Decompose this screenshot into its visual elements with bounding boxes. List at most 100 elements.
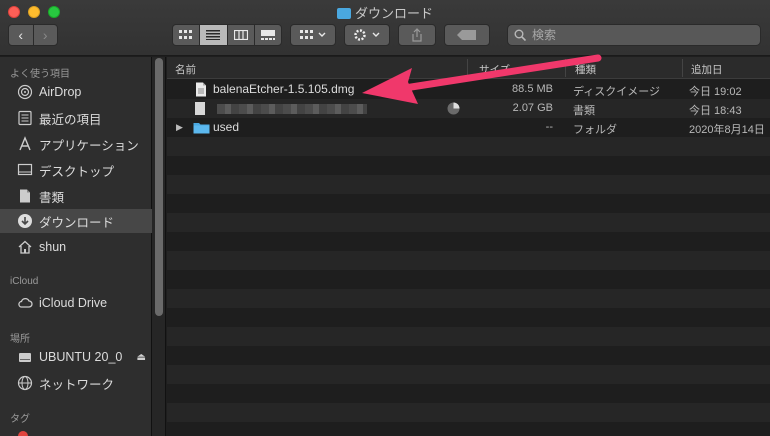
edit-tags-button[interactable]: [444, 24, 490, 46]
sidebar-item-label: ダウンロード: [39, 215, 115, 230]
home-icon: [17, 239, 33, 255]
sidebar-item-label: アプリケーション: [39, 138, 139, 153]
column-divider[interactable]: [565, 59, 566, 77]
sidebar-item-recents[interactable]: 最近の項目: [0, 106, 152, 130]
folder-name: used: [213, 120, 240, 134]
file-date-added: 2020年8月14日: [689, 124, 765, 136]
search-field[interactable]: [507, 24, 761, 46]
search-icon: [514, 29, 526, 41]
table-row[interactable]: 2.07 GB 書類 今日 18:43: [167, 99, 770, 118]
table-row[interactable]: balenaEtcher-1.5.105.dmg 88.5 MB ディスクイメー…: [167, 80, 770, 99]
network-icon: [17, 375, 33, 391]
sidebar-item-icloud-drive[interactable]: iCloud Drive: [0, 291, 152, 315]
group-by-button[interactable]: [290, 24, 336, 46]
sidebar-item-ubuntu-drive[interactable]: UBUNTU 20_0 ⏏: [0, 345, 152, 369]
column-divider[interactable]: [467, 59, 468, 77]
sidebar-item-label: ネットワーク: [39, 377, 115, 392]
drive-icon: [17, 349, 33, 365]
cloud-icon: [17, 295, 33, 311]
sidebar: よく使う項目 AirDrop 最近の項目 アプリケーション デスクトップ 書類 …: [0, 57, 152, 436]
share-button[interactable]: [398, 24, 436, 46]
sidebar-section-tags: タグ: [10, 414, 30, 425]
file-kind: ディスクイメージ: [573, 86, 661, 98]
column-header-date-added[interactable]: 追加日: [691, 62, 723, 77]
sidebar-item-label: デスクトップ: [39, 164, 115, 179]
sidebar-item-documents[interactable]: 書類: [0, 184, 152, 208]
gallery-view-button[interactable]: [253, 25, 281, 45]
window-toolbar: ダウンロード ‹ ›: [0, 0, 770, 56]
file-name: balenaEtcher-1.5.105.dmg: [213, 82, 355, 96]
folder-icon: [193, 121, 210, 134]
folder-icon: [336, 8, 351, 19]
tag-icon: [457, 30, 476, 40]
grid-icon: [179, 30, 193, 39]
search-input[interactable]: [532, 28, 732, 42]
list-icon: [206, 30, 221, 40]
sidebar-item-label: iCloud Drive: [39, 296, 108, 310]
sidebar-section-favorites: よく使う項目: [10, 69, 70, 80]
downloads-icon: [17, 213, 33, 229]
empty-row: [167, 251, 770, 270]
sidebar-item-applications[interactable]: アプリケーション: [0, 132, 152, 156]
sidebar-item-label: 書類: [39, 190, 65, 205]
gallery-icon: [260, 30, 275, 40]
sidebar-item-home[interactable]: shun: [0, 235, 152, 259]
table-row[interactable]: ▶ used -- フォルダ 2020年8月14日: [167, 118, 770, 137]
red-tag-icon[interactable]: [18, 431, 28, 436]
column-header-kind[interactable]: 種類: [575, 62, 596, 77]
file-date-added: 今日 18:43: [689, 105, 742, 117]
desktop-icon: [17, 162, 33, 178]
applications-icon: [17, 136, 33, 152]
icon-view-button[interactable]: [173, 25, 199, 45]
file-size: 88.5 MB: [512, 83, 553, 95]
disclosure-triangle-icon[interactable]: ▶: [176, 122, 183, 133]
forward-button[interactable]: ›: [32, 25, 58, 45]
sidebar-item-label: UBUNTU 20_0: [39, 350, 123, 364]
file-date-added: 今日 19:02: [689, 86, 742, 98]
navigation-buttons: ‹ ›: [8, 24, 58, 46]
sidebar-item-downloads[interactable]: ダウンロード: [0, 209, 152, 233]
sidebar-section-icloud: iCloud: [10, 276, 39, 287]
file-size: --: [545, 121, 553, 133]
download-progress-icon: [447, 102, 460, 115]
empty-row: [167, 213, 770, 232]
document-icon: [195, 82, 207, 97]
back-button[interactable]: ‹: [9, 25, 33, 45]
columns-icon: [233, 30, 248, 40]
file-size: 2.07 GB: [512, 102, 553, 114]
column-header-name[interactable]: 名前: [175, 62, 196, 77]
empty-row: [167, 137, 770, 156]
column-divider[interactable]: [682, 59, 683, 77]
view-mode-selector: [172, 24, 282, 46]
window-title: ダウンロード: [0, 3, 770, 22]
eject-icon[interactable]: ⏏: [137, 352, 146, 363]
file-kind: 書類: [573, 105, 595, 117]
sidebar-section-locations: 場所: [10, 334, 30, 345]
sidebar-item-desktop[interactable]: デスクトップ: [0, 158, 152, 182]
file-kind: フォルダ: [573, 124, 617, 136]
empty-row: [167, 365, 770, 384]
share-icon: [412, 28, 422, 42]
sidebar-item-network[interactable]: ネットワーク: [0, 371, 152, 395]
group-icon: [300, 30, 326, 39]
sidebar-item-label: shun: [39, 240, 67, 254]
sidebar-item-label: AirDrop: [39, 85, 82, 99]
gear-icon: [354, 29, 380, 41]
column-header-size[interactable]: サイズ: [479, 62, 510, 77]
documents-icon: [17, 188, 33, 204]
airdrop-icon: [17, 84, 33, 100]
empty-row: [167, 403, 770, 422]
sidebar-item-airdrop[interactable]: AirDrop: [0, 80, 152, 104]
document-icon: [195, 102, 205, 115]
recents-icon: [17, 110, 33, 126]
column-view-button[interactable]: [226, 25, 254, 45]
action-menu-button[interactable]: [344, 24, 390, 46]
empty-row: [167, 175, 770, 194]
empty-row: [167, 289, 770, 308]
empty-row: [167, 327, 770, 346]
list-view-button[interactable]: [199, 25, 227, 45]
sidebar-scrollbar[interactable]: [155, 58, 163, 316]
sidebar-item-label: 最近の項目: [39, 112, 102, 127]
list-header: 名前 サイズ 種類 追加日: [167, 57, 770, 79]
file-list: 名前 サイズ 種類 追加日 balenaEtcher-1.5.105.dmg 8…: [167, 57, 770, 436]
